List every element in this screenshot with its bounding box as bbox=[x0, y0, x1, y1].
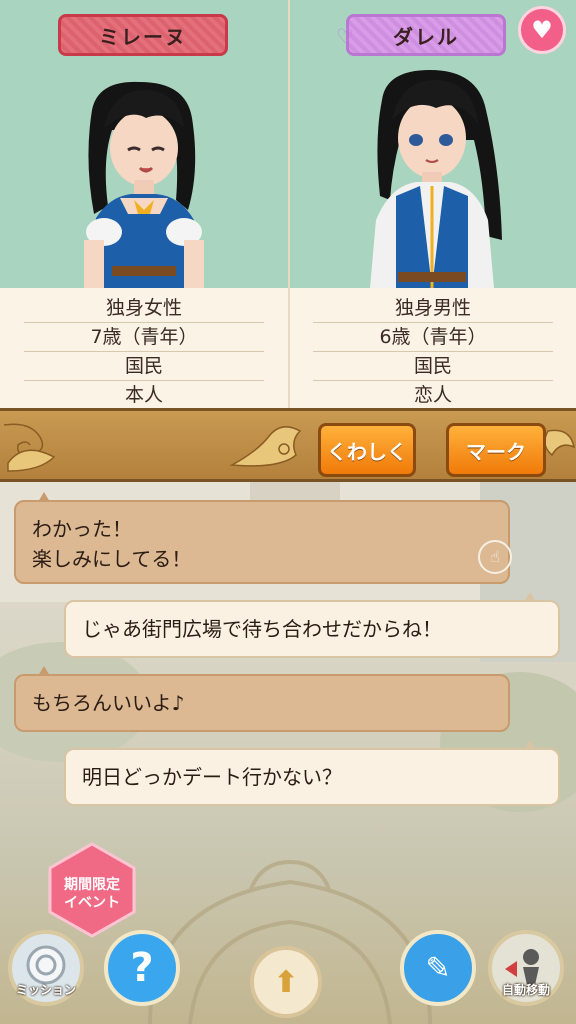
event-label-line-1: 期間限定 bbox=[64, 877, 120, 893]
right-character-info: 独身男性 6歳（青年） 国民 恋人 bbox=[290, 288, 576, 408]
question-mark-icon: ? bbox=[130, 945, 154, 991]
limited-event-button[interactable]: 期間限定 イベント bbox=[48, 842, 136, 938]
help-button[interactable]: ? bbox=[104, 930, 180, 1006]
mission-label: ミッション bbox=[15, 983, 76, 997]
right-character-name-tag: ダレル bbox=[346, 14, 506, 56]
right-info-relation: 恋人 bbox=[413, 384, 452, 406]
chat-message-4-line-1: 明日どっかデート行かない？ bbox=[82, 765, 342, 789]
right-character-portrait: ダレル ♡ ♥ bbox=[290, 0, 576, 288]
mark-button[interactable]: マーク bbox=[446, 423, 546, 477]
chat-message-1-line-2: 楽しみにしてる！ bbox=[32, 547, 192, 571]
expand-menu-button[interactable]: ⬆ bbox=[250, 946, 322, 1018]
left-character-name-tag: ミレーヌ bbox=[58, 14, 228, 56]
left-info-citizenship: 国民 bbox=[24, 352, 264, 381]
tap-icon[interactable]: ☝ bbox=[478, 540, 512, 574]
chat-log[interactable]: わかった！ 楽しみにしてる！ ☝ じゃあ街門広場で待ち合わせだからね！ もちろん… bbox=[0, 482, 576, 1024]
left-info-relation: 本人 bbox=[124, 384, 163, 406]
chat-button[interactable]: ✎ bbox=[400, 930, 476, 1006]
mission-button[interactable]: ミッション bbox=[8, 930, 84, 1006]
right-info-citizenship: 国民 bbox=[313, 352, 553, 381]
character-panels: ミレーヌ 独身女性 7歳（青年） 国民 本人 ダレル ♡ ♥ 独身男性 6歳（青… bbox=[0, 0, 576, 408]
mark-button-label: マーク bbox=[466, 439, 526, 464]
auto-move-label: 自動移動 bbox=[501, 983, 550, 997]
auto-move-button[interactable]: 自動移動 bbox=[488, 930, 564, 1006]
details-button-label: くわしく bbox=[327, 439, 407, 464]
speech-bubble-icon: ✎ bbox=[425, 950, 451, 986]
chat-message-1: わかった！ 楽しみにしてる！ ☝ bbox=[14, 492, 512, 584]
left-character-info: 独身女性 7歳（青年） 国民 本人 bbox=[0, 288, 288, 408]
left-character-name: ミレーヌ bbox=[99, 24, 187, 49]
details-button[interactable]: くわしく bbox=[318, 423, 416, 477]
right-character-panel[interactable]: ダレル ♡ ♥ 独身男性 6歳（青年） 国民 恋人 bbox=[288, 0, 576, 408]
right-info-age: 6歳（青年） bbox=[313, 323, 553, 352]
left-info-age: 7歳（青年） bbox=[24, 323, 264, 352]
left-character-panel[interactable]: ミレーヌ 独身女性 7歳（青年） 国民 本人 bbox=[0, 0, 288, 408]
right-character-name: ダレル bbox=[393, 24, 459, 49]
chat-message-2-line-1: じゃあ街門広場で待ち合わせだからね！ bbox=[82, 617, 442, 641]
chat-message-1-line-1: わかった！ bbox=[32, 517, 132, 541]
left-info-status: 独身女性 bbox=[24, 294, 264, 323]
heart-icon[interactable]: ♥ bbox=[518, 6, 566, 54]
right-info-status: 独身男性 bbox=[313, 294, 553, 323]
chat-message-2: じゃあ街門広場で待ち合わせだからね！ bbox=[64, 592, 560, 658]
heart-decoration-icon: ♡ bbox=[336, 24, 354, 48]
chat-message-4: 明日どっかデート行かない？ bbox=[64, 740, 560, 806]
action-bar: くわしく マーク bbox=[0, 408, 576, 482]
left-character-portrait: ミレーヌ bbox=[0, 0, 288, 288]
chat-message-3-line-1: もちろんいいよ♪ bbox=[32, 691, 185, 715]
chat-message-3: もちろんいいよ♪ bbox=[14, 666, 510, 732]
event-label-line-2: イベント bbox=[64, 895, 120, 911]
arrow-up-icon: ⬆ bbox=[273, 964, 299, 1000]
